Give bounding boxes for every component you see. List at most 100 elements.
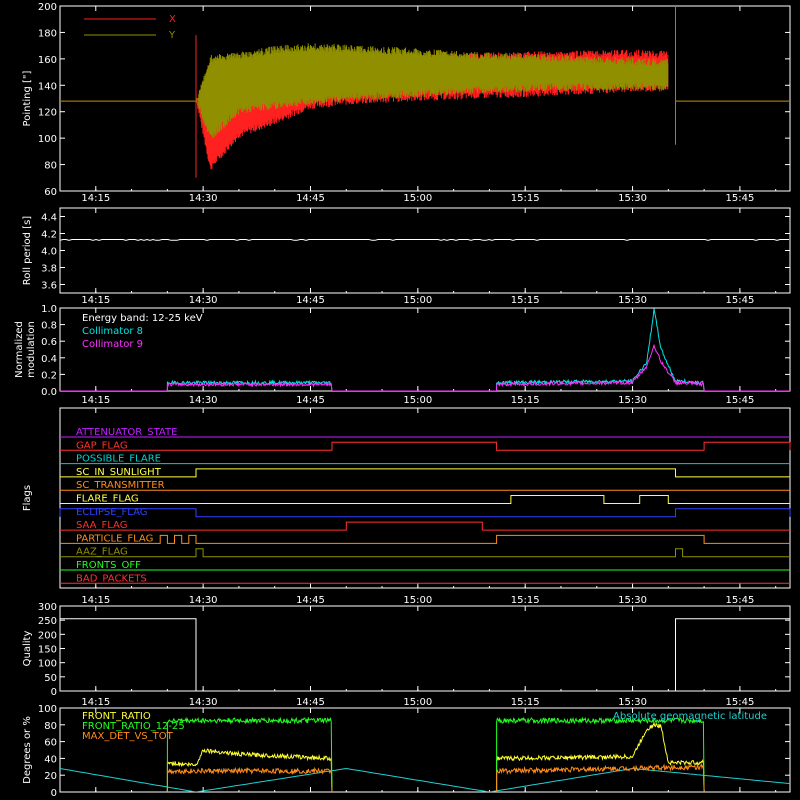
- legend-geomag-latitude: Absolute geomagnetic latitude: [613, 711, 767, 722]
- orbit-summary-figure: 14:15 14:30 14:45 15:00 15:15 15:30 15:45 60 80 1…: [14, 2, 791, 799]
- y-tick-label: 300: [38, 602, 57, 613]
- y-tick-label: 4.4: [41, 213, 57, 224]
- legend-x-label: X: [169, 14, 176, 25]
- time-tick-label: 14:45: [296, 595, 325, 606]
- flag-line-eclipse-flag: [59, 508, 791, 518]
- time-tick-label: 15:30: [618, 395, 647, 406]
- legend-collimator9: Collimator 9: [82, 339, 143, 350]
- y-tick-label: 4.0: [41, 247, 57, 258]
- y-tick-label: 0: [51, 788, 57, 799]
- y-tick-label: 3.6: [41, 281, 57, 292]
- y-tick-label: 0.0: [41, 387, 57, 398]
- flags-ylabel: Flags: [22, 485, 33, 511]
- y-tick-label: 0: [51, 687, 57, 698]
- series-front-ratio-12-25: [166, 716, 705, 792]
- modulation-ylabel: Normalized: [14, 321, 25, 378]
- time-tick-label: 15:30: [618, 193, 647, 204]
- time-tick-label: 15:15: [511, 395, 540, 406]
- pointing-ylabel: Pointing ["]: [22, 70, 33, 126]
- time-tick-label: 15:30: [618, 697, 647, 708]
- flag-line-saa-flag: [60, 521, 790, 531]
- y-tick-label: 4.2: [41, 230, 57, 241]
- flag-label-flare-flag: FLARE_FLAG: [76, 494, 139, 505]
- panel-1-frame: [59, 207, 791, 294]
- time-tick-label: 14:45: [296, 193, 325, 204]
- quality-line: [60, 618, 790, 692]
- y-tick-label: 200: [38, 2, 57, 13]
- modulation-ylabel-line2: modulation: [26, 321, 37, 378]
- y-tick-label: 60: [44, 738, 57, 749]
- series-front-ratio: [166, 721, 705, 792]
- flag-label-possible-flare: POSSIBLE_FLARE: [76, 454, 161, 465]
- time-tick-label: 15:00: [403, 295, 432, 306]
- flag-label-sc-in-sunlight: SC_IN_SUNLIGHT: [76, 467, 162, 478]
- flag-label-gap-flag: GAP_FLAG: [76, 440, 128, 451]
- time-tick-label: 15:15: [511, 595, 540, 606]
- y-tick-label: 100: [38, 704, 57, 715]
- time-tick-label: 14:30: [189, 395, 218, 406]
- flag-label-eclipse-flag: ECLIPSE_FLAG: [76, 507, 147, 518]
- energy-band-annotation: Energy band: 12-25 keV: [82, 313, 203, 324]
- y-tick-label: 80: [44, 161, 57, 172]
- y-tick-label: 1.0: [41, 304, 57, 315]
- y-tick-label: 200: [38, 630, 57, 641]
- y-tick-label: 60: [44, 187, 57, 198]
- series-max-det-vs-tot: [166, 762, 705, 792]
- time-tick-label: 15:30: [618, 295, 647, 306]
- y-tick-label: 250: [38, 616, 57, 627]
- series-geomag-latitude: [60, 767, 790, 792]
- time-tick-label: 15:15: [511, 193, 540, 204]
- time-tick-label: 14:30: [189, 697, 218, 708]
- flag-line-flare-flag: [60, 495, 790, 504]
- time-tick-label: 14:15: [81, 595, 110, 606]
- time-tick-label: 15:45: [725, 295, 754, 306]
- flag-label-attenuator-state: ATTENUATOR_STATE: [76, 427, 177, 438]
- legend-max-det-vs-tot: MAX_DET_VS_TOT: [82, 731, 174, 742]
- y-tick-label: 0.4: [41, 354, 57, 365]
- flag-label-saa-flag: SAA_FLAG: [76, 520, 127, 531]
- y-tick-label: 50: [44, 673, 57, 684]
- time-tick-label: 15:00: [403, 697, 432, 708]
- roll-ylabel: Roll period [s]: [22, 216, 33, 285]
- time-tick-label: 15:45: [725, 193, 754, 204]
- y-tick-label: 0.6: [41, 337, 57, 348]
- time-tick-label: 14:45: [296, 295, 325, 306]
- time-tick-label: 14:15: [81, 395, 110, 406]
- time-tick-label: 14:30: [189, 595, 218, 606]
- time-tick-label: 15:45: [725, 395, 754, 406]
- y-tick-label: 80: [44, 721, 57, 732]
- time-tick-label: 15:00: [403, 193, 432, 204]
- legend-collimator8: Collimator 8: [82, 326, 143, 337]
- time-tick-label: 15:30: [618, 595, 647, 606]
- time-tick-label: 15:45: [725, 595, 754, 606]
- y-tick-label: 40: [44, 754, 57, 765]
- y-tick-label: 0.8: [41, 321, 57, 332]
- time-tick-label: 14:15: [81, 697, 110, 708]
- time-tick-label: 14:30: [189, 193, 218, 204]
- time-tick-label: 14:45: [296, 395, 325, 406]
- roll-period-line: [59, 238, 789, 241]
- y-tick-label: 100: [38, 659, 57, 670]
- flag-label-fronts-off: FRONTS_OFF: [76, 560, 141, 571]
- flag-label-bad-packets: BAD_PACKETS: [76, 573, 147, 584]
- flag-label-sc-transmitter: SC_TRANSMITTER: [76, 480, 165, 491]
- time-tick-label: 15:15: [511, 295, 540, 306]
- flag-line-sc-in-sunlight: [60, 468, 790, 478]
- ratios-ylabel: Degrees or %: [22, 716, 33, 784]
- quality-ylabel: Quality: [22, 631, 33, 667]
- time-tick-label: 14:15: [81, 295, 110, 306]
- y-tick-label: 160: [38, 55, 57, 66]
- time-tick-label: 15:45: [725, 697, 754, 708]
- y-tick-label: 180: [38, 28, 57, 39]
- flag-line-gap-flag: [60, 441, 791, 451]
- time-tick-label: 14:30: [189, 295, 218, 306]
- y-tick-label: 3.8: [41, 264, 57, 275]
- legend-y-label: Y: [168, 30, 176, 41]
- time-tick-label: 15:00: [403, 595, 432, 606]
- y-tick-label: 140: [38, 81, 57, 92]
- time-tick-label: 14:45: [296, 697, 325, 708]
- flag-label-particle-flag: PARTICLE_FLAG: [76, 533, 153, 544]
- flag-line-aaz-flag: [60, 548, 790, 558]
- flag-line-particle-flag: [60, 534, 790, 544]
- time-tick-label: 14:15: [81, 193, 110, 204]
